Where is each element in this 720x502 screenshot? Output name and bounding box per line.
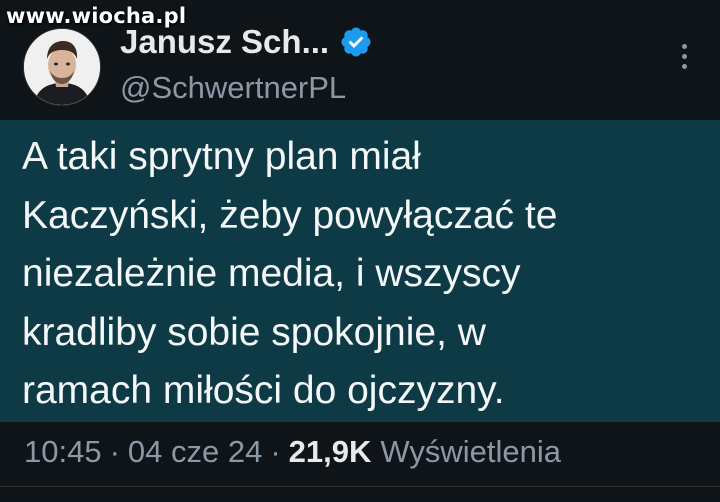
tweet-date[interactable]: 04 cze 24: [128, 434, 262, 470]
verified-badge-icon: [341, 27, 371, 57]
watermark: www.wiocha.pl: [6, 4, 187, 28]
divider: [0, 486, 720, 487]
tweet-time[interactable]: 10:45: [24, 434, 102, 470]
views-count: 21,9K: [288, 434, 372, 469]
tweet-text-line: kradliby sobie spokojnie, w: [22, 310, 486, 354]
tweet-text-line: Kaczyński, żeby powyłączać te: [22, 193, 558, 237]
tweet-body: A taki sprytny plan miał Kaczyński, żeby…: [0, 120, 720, 422]
avatar-portrait: [24, 29, 100, 105]
tweet-text-line: A taki sprytny plan miał: [22, 135, 421, 178]
tweet-text-line: niezależnie media, i wszyscy: [22, 252, 521, 295]
tweet-text: A taki sprytny plan miał Kaczyński, żeby…: [22, 128, 712, 421]
views-label: Wyświetlenia: [380, 434, 562, 469]
tweet-text-line: ramach miłości do ojczyzny.: [22, 369, 505, 412]
tweet-meta: 10:45 · 04 cze 24 · 21,9K Wyświetlenia: [24, 432, 561, 472]
author-handle[interactable]: @SchwertnerPL: [120, 70, 346, 106]
avatar[interactable]: [23, 28, 101, 106]
author-name-row: Janusz Sch...: [120, 22, 373, 62]
meta-separator: ·: [109, 434, 120, 469]
more-options-icon[interactable]: [676, 44, 692, 76]
meta-separator: ·: [270, 434, 281, 469]
author-display-name[interactable]: Janusz Sch...: [120, 23, 329, 61]
